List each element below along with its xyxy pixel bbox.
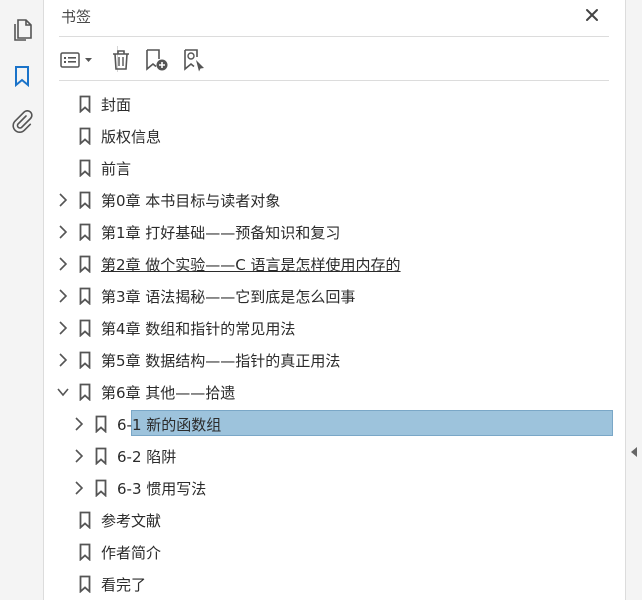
bookmarks-panel-button[interactable] bbox=[10, 64, 34, 88]
bookmark-item[interactable]: 第6章 其他——拾遗 bbox=[45, 377, 625, 407]
chevron-right-icon[interactable] bbox=[57, 289, 69, 303]
attachment-icon bbox=[12, 110, 33, 133]
bookmark-item[interactable]: 封面 bbox=[45, 89, 625, 119]
bookmark-item[interactable]: 第4章 数组和指针的常见用法 bbox=[45, 313, 625, 343]
bookmark-icon bbox=[79, 255, 91, 274]
pages-icon bbox=[14, 19, 32, 41]
bookmark-label: 第3章 语法揭秘——它到底是怎么回事 bbox=[101, 288, 356, 306]
bookmark-icon bbox=[79, 191, 91, 210]
bookmark-label: 6-1 新的函数组 bbox=[117, 416, 222, 434]
pages-panel-button[interactable] bbox=[10, 18, 34, 42]
new-bookmark-button[interactable] bbox=[143, 46, 171, 74]
bookmark-label: 版权信息 bbox=[101, 128, 162, 146]
bookmark-icon bbox=[79, 95, 91, 114]
bookmark-icon bbox=[79, 319, 91, 338]
bookmark-label: 6-3 惯用写法 bbox=[117, 480, 207, 498]
bookmark-item[interactable]: 6-3 惯用写法 bbox=[45, 473, 625, 503]
close-icon bbox=[586, 9, 598, 21]
bookmark-search-icon bbox=[184, 49, 204, 72]
chevron-right-icon[interactable] bbox=[57, 321, 69, 335]
bookmark-item[interactable]: 第0章 本书目标与读者对象 bbox=[45, 185, 625, 215]
bookmark-label: 第6章 其他——拾遗 bbox=[101, 384, 236, 402]
chevron-down-icon[interactable] bbox=[57, 385, 69, 399]
chevron-right-icon[interactable] bbox=[57, 193, 69, 207]
bookmark-item[interactable]: 6-2 陷阱 bbox=[45, 441, 625, 471]
bookmark-item[interactable]: 看完了 bbox=[45, 569, 625, 599]
bookmark-label: 第1章 打好基础——预备知识和复习 bbox=[101, 224, 341, 242]
bookmark-icon bbox=[79, 543, 91, 562]
bookmark-icon bbox=[79, 511, 91, 530]
chevron-right-icon[interactable] bbox=[57, 257, 69, 271]
bookmark-item[interactable]: 版权信息 bbox=[45, 121, 625, 151]
chevron-right-icon[interactable] bbox=[73, 417, 85, 431]
bookmark-label: 第2章 做个实验——C 语言是怎样使用内存的 bbox=[101, 256, 401, 274]
bookmark-label: 作者简介 bbox=[101, 544, 162, 562]
divider bbox=[59, 80, 609, 81]
bookmark-icon bbox=[95, 415, 107, 434]
bookmark-item-selected[interactable]: 6-1 新的函数组 bbox=[45, 409, 625, 439]
bookmark-icon bbox=[79, 575, 91, 594]
chevron-right-icon[interactable] bbox=[57, 353, 69, 367]
chevron-right-icon[interactable] bbox=[73, 449, 85, 463]
bookmark-icon bbox=[79, 351, 91, 370]
bookmark-item[interactable]: 作者简介 bbox=[45, 537, 625, 567]
attachments-panel-button[interactable] bbox=[10, 110, 34, 134]
bookmark-item[interactable]: 第2章 做个实验——C 语言是怎样使用内存的 bbox=[45, 249, 625, 279]
bookmark-item[interactable]: 第1章 打好基础——预备知识和复习 bbox=[45, 217, 625, 247]
chevron-right-icon[interactable] bbox=[57, 225, 69, 239]
close-panel-button[interactable] bbox=[581, 4, 603, 26]
bookmark-label: 第0章 本书目标与读者对象 bbox=[101, 192, 281, 210]
bookmark-label: 6-2 陷阱 bbox=[117, 448, 177, 466]
bookmark-add-icon bbox=[146, 49, 168, 71]
options-menu-button[interactable] bbox=[59, 46, 97, 74]
bookmark-icon bbox=[79, 223, 91, 242]
bookmark-toolbar bbox=[59, 44, 609, 76]
bookmark-item[interactable]: 前言 bbox=[45, 153, 625, 183]
navigation-rail bbox=[0, 0, 44, 600]
panel-resize-edge[interactable] bbox=[625, 0, 642, 600]
bookmark-item[interactable]: 参考文献 bbox=[45, 505, 625, 535]
bookmark-icon bbox=[79, 127, 91, 146]
bookmark-label: 第4章 数组和指针的常见用法 bbox=[101, 320, 296, 338]
bookmark-icon bbox=[95, 447, 107, 466]
bookmark-label: 参考文献 bbox=[101, 512, 162, 530]
bookmark-icon bbox=[79, 159, 91, 178]
bookmark-item[interactable]: 第5章 数据结构——指针的真正用法 bbox=[45, 345, 625, 375]
bookmark-icon bbox=[79, 383, 91, 402]
panel-title: 书签 bbox=[61, 8, 92, 26]
collapse-arrow-icon[interactable] bbox=[630, 446, 638, 458]
list-options-icon bbox=[60, 52, 92, 68]
bookmark-icon bbox=[15, 66, 29, 87]
bookmark-item[interactable]: 第3章 语法揭秘——它到底是怎么回事 bbox=[45, 281, 625, 311]
bookmark-label: 看完了 bbox=[101, 576, 147, 594]
bookmark-icon bbox=[79, 287, 91, 306]
bookmarks-panel: 书签 封面 版权信息 前言 第0章 本书目标与读者对象 第1章 打好基础——预备… bbox=[45, 0, 625, 600]
bookmark-label: 第5章 数据结构——指针的真正用法 bbox=[101, 352, 341, 370]
delete-bookmark-button[interactable] bbox=[109, 46, 133, 74]
bookmark-label: 封面 bbox=[101, 96, 132, 114]
panel-header: 书签 bbox=[45, 0, 625, 34]
find-current-bookmark-button[interactable] bbox=[181, 46, 209, 74]
divider bbox=[59, 36, 609, 37]
bookmark-icon bbox=[95, 479, 107, 498]
chevron-right-icon[interactable] bbox=[73, 481, 85, 495]
bookmark-label: 前言 bbox=[101, 160, 132, 178]
trash-icon bbox=[113, 50, 129, 70]
